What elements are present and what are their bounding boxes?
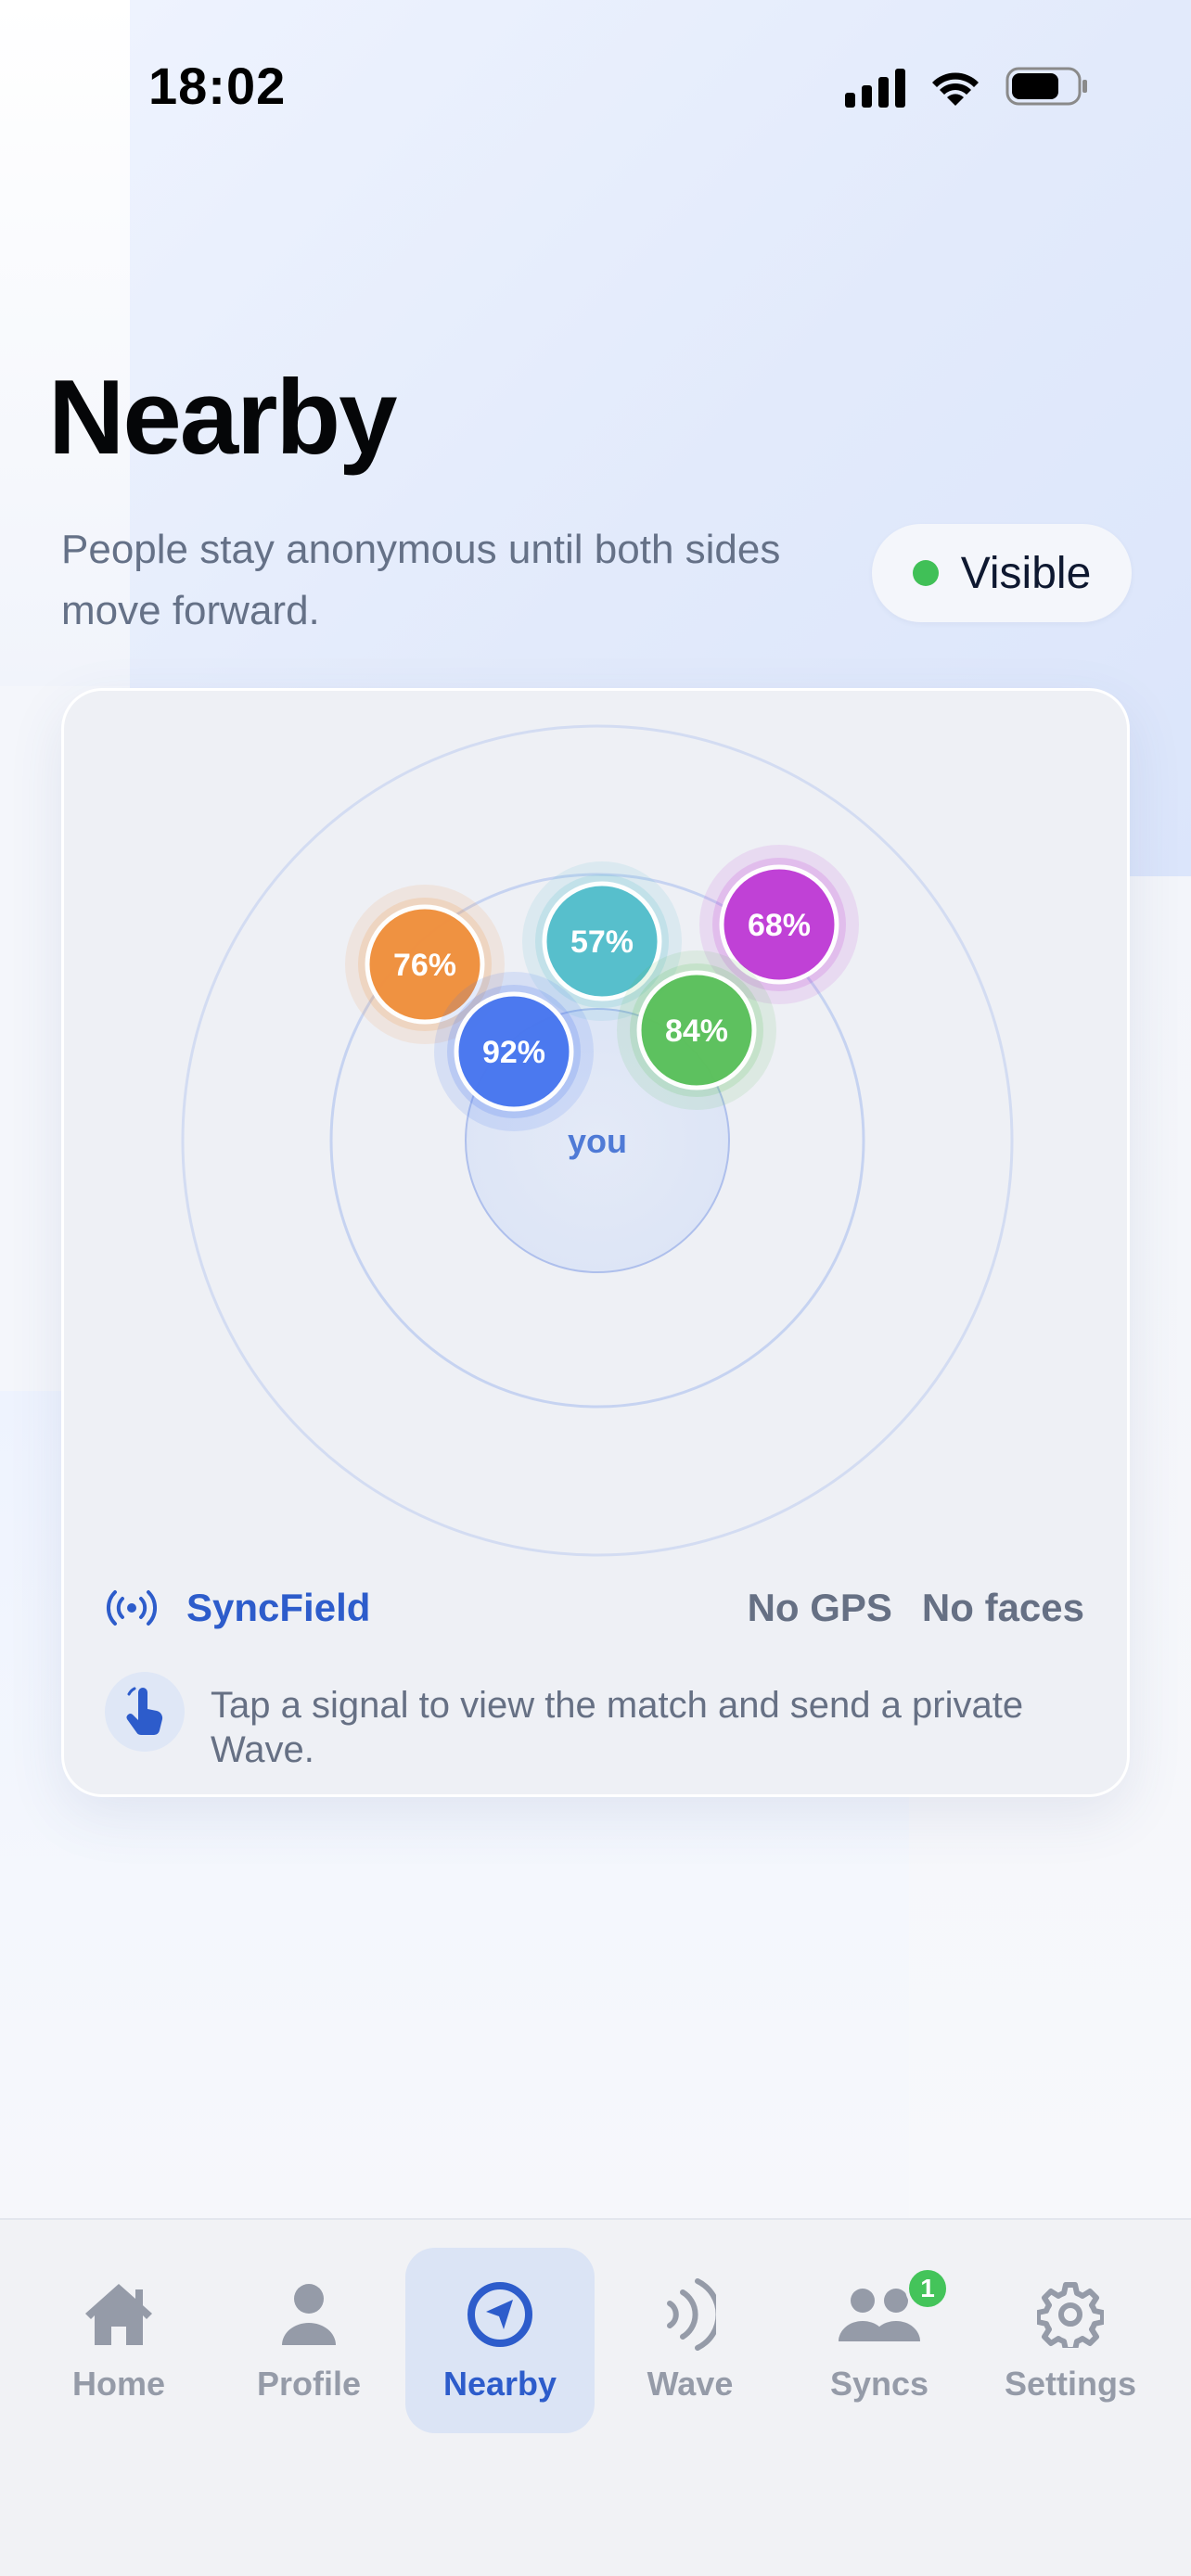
- wifi-icon: [929, 67, 981, 106]
- battery-icon: [1005, 67, 1089, 106]
- status-time: 18:02: [148, 57, 287, 115]
- privacy-tag-no-faces: No faces: [921, 1586, 1084, 1629]
- radar-card: you 76% 57% 68% 84% 92% SyncField No GPS…: [61, 688, 1130, 1797]
- tap-hand-icon: [105, 1672, 185, 1752]
- signal-57-label: 57%: [570, 925, 634, 960]
- gear-icon: [1037, 2277, 1104, 2352]
- radar-view: you 76% 57% 68% 84% 92%: [181, 724, 1014, 1557]
- cellular-signal-icon: [845, 65, 905, 108]
- tab-profile-label: Profile: [256, 2365, 362, 2403]
- network-indicator: SyncField: [105, 1586, 370, 1630]
- person-icon: [278, 2277, 339, 2352]
- tab-home-label: Home: [71, 2365, 166, 2403]
- page-subtitle: People stay anonymous until both sides m…: [61, 527, 781, 633]
- tab-wave-label: Wave: [647, 2365, 734, 2403]
- status-icons: [845, 65, 1089, 108]
- tab-home[interactable]: Home: [24, 2248, 213, 2433]
- visibility-status-dot: [912, 560, 939, 586]
- visibility-toggle[interactable]: Visible: [872, 524, 1132, 622]
- network-name: SyncField: [186, 1586, 371, 1629]
- signal-84-label: 84%: [665, 1014, 728, 1049]
- tab-profile[interactable]: Profile: [214, 2248, 403, 2433]
- hint-text: Tap a signal to view the match and send …: [211, 1685, 1024, 1770]
- syncs-badge: 1: [905, 2266, 950, 2311]
- compass-icon: [467, 2277, 533, 2352]
- status-bar: 18:02: [0, 0, 1191, 176]
- privacy-tags: No GPS No faces: [748, 1586, 1084, 1630]
- tab-settings[interactable]: Settings: [976, 2248, 1165, 2433]
- signal-92[interactable]: 92%: [434, 972, 594, 1131]
- tab-settings-label: Settings: [1004, 2365, 1136, 2403]
- broadcast-icon: [106, 1590, 158, 1626]
- signal-68-label: 68%: [748, 908, 811, 943]
- tab-nearby[interactable]: Nearby: [405, 2248, 595, 2433]
- signal-92-label: 92%: [482, 1035, 545, 1070]
- tab-syncs-label: Syncs: [829, 2365, 929, 2403]
- people-icon: 1: [837, 2266, 950, 2352]
- tab-syncs[interactable]: 1 Syncs: [785, 2248, 974, 2433]
- home-icon: [82, 2277, 156, 2352]
- signal-76-label: 76%: [393, 948, 456, 983]
- wave-icon: [664, 2277, 716, 2352]
- visibility-label: Visible: [960, 548, 1092, 598]
- page-title: Nearby: [48, 359, 398, 477]
- privacy-tag-no-gps: No GPS: [747, 1586, 892, 1629]
- hint-row: Tap a signal to view the match and send …: [105, 1672, 1045, 1772]
- signal-84[interactable]: 84%: [617, 950, 776, 1110]
- tab-nearby-label: Nearby: [442, 2365, 557, 2403]
- tab-bar: Home Profile Nearby Wave 1 Syncs Setting…: [0, 2218, 1191, 2576]
- radar-center-label: you: [568, 1122, 627, 1160]
- tab-wave[interactable]: Wave: [596, 2248, 785, 2433]
